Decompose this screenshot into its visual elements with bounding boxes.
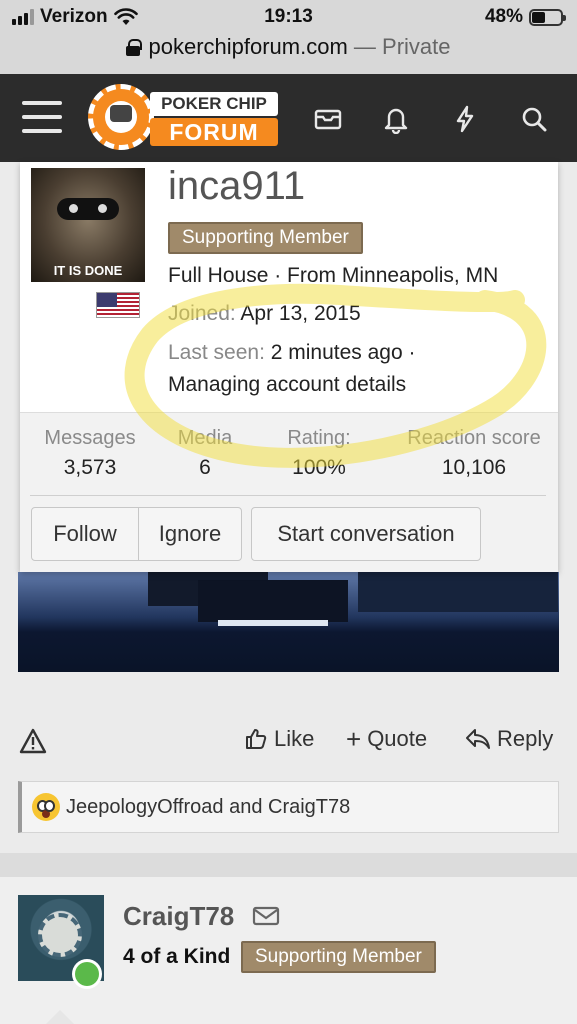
member-avatar[interactable]: IT IS DONE xyxy=(31,168,145,282)
last-seen-value: 2 minutes ago · xyxy=(270,341,416,364)
stat-label: Messages xyxy=(44,427,136,449)
stat-value: 10,106 xyxy=(441,456,507,479)
stat-label: Media xyxy=(177,427,233,449)
logo-text-bottom: FORUM xyxy=(150,118,278,146)
reaction-users[interactable]: JeepologyOffroad and CraigT78 xyxy=(66,796,350,819)
url-domain: pokerchipforum.com xyxy=(148,34,348,59)
url-separator: — xyxy=(347,34,383,59)
post-actions: Like + Quote Reply xyxy=(0,720,577,764)
last-seen-line: Last seen: 2 minutes ago · xyxy=(168,341,416,365)
stat-media[interactable]: Media 6 xyxy=(165,427,245,480)
lightning-icon[interactable] xyxy=(450,104,480,134)
ignore-button[interactable]: Ignore xyxy=(138,507,242,561)
like-button[interactable]: Like xyxy=(244,726,314,752)
search-icon[interactable] xyxy=(519,104,549,134)
site-logo[interactable]: POKER CHIP FORUM xyxy=(88,82,280,152)
reply-arrow-icon xyxy=(466,729,490,749)
like-label: Like xyxy=(274,726,315,751)
private-mode-label: Private xyxy=(382,34,451,59)
battery-percent: 48% xyxy=(484,6,523,27)
avatar-caption: IT IS DONE xyxy=(53,263,123,278)
quote-button[interactable]: + Quote xyxy=(346,726,427,752)
joined-date: Apr 13, 2015 xyxy=(240,302,361,325)
reply-label: Reply xyxy=(497,726,554,751)
inbox-icon[interactable] xyxy=(313,104,343,134)
stat-rating: Rating: 100% xyxy=(270,427,368,480)
post-username[interactable]: CraigT78 xyxy=(123,901,280,932)
menu-icon[interactable] xyxy=(22,101,62,133)
joined-label: Joined: xyxy=(168,302,236,325)
site-header: POKER CHIP FORUM xyxy=(0,74,577,162)
current-activity: Managing account details xyxy=(168,373,407,396)
stat-label: Reaction score xyxy=(407,427,541,449)
wow-emoji-icon xyxy=(32,793,60,821)
message-caret xyxy=(46,1010,74,1024)
rank-location: Full House · From Minneapolis, MN xyxy=(168,264,499,287)
supporting-member-badge: Supporting Member xyxy=(241,941,436,973)
reply-button[interactable]: Reply xyxy=(465,726,553,752)
online-status-icon xyxy=(72,959,102,989)
stat-reaction-score[interactable]: Reaction score 10,106 xyxy=(398,427,550,480)
report-warning-icon[interactable] xyxy=(19,728,47,754)
reactions-bar[interactable]: JeepologyOffroad and CraigT78 xyxy=(18,781,559,833)
post-separator xyxy=(0,853,577,877)
start-conversation-button[interactable]: Start conversation xyxy=(251,507,481,561)
next-post-header: CraigT78 4 of a Kind Supporting Member xyxy=(0,877,577,1024)
member-profile-popup: IT IS DONE inca911 Supporting Member Ful… xyxy=(20,162,558,572)
stat-value: 3,573 xyxy=(63,456,117,479)
envelope-icon[interactable] xyxy=(252,905,280,927)
member-stats: Messages 3,573 Media 6 Rating: 100% Reac… xyxy=(20,412,558,572)
address-bar[interactable]: pokerchipforum.com — Private xyxy=(0,34,577,60)
post-image[interactable] xyxy=(18,572,559,672)
bell-icon[interactable] xyxy=(381,104,411,134)
battery-icon xyxy=(529,8,566,26)
stat-value: 100% xyxy=(292,456,346,479)
stat-label: Rating: xyxy=(287,427,351,449)
stats-divider xyxy=(30,495,546,496)
quote-label: Quote xyxy=(367,726,428,751)
post-user-rank: 4 of a Kind xyxy=(123,945,231,968)
last-seen-label: Last seen: xyxy=(168,341,265,364)
stat-value: 6 xyxy=(199,456,211,479)
joined-line: Joined: Apr 13, 2015 xyxy=(168,302,361,326)
plus-icon: + xyxy=(346,724,362,754)
chat-bubble-icon xyxy=(110,105,132,122)
supporting-member-badge: Supporting Member xyxy=(168,222,363,254)
post-username-text[interactable]: CraigT78 xyxy=(123,901,234,931)
stat-messages[interactable]: Messages 3,573 xyxy=(30,427,150,480)
status-bar: Verizon 19:13 48% pokerchipforum.com — P… xyxy=(0,0,577,74)
logo-text-top: POKER CHIP xyxy=(150,92,278,116)
battery-info: 48% xyxy=(484,6,566,28)
profile-username[interactable]: inca911 xyxy=(168,164,305,209)
follow-button[interactable]: Follow xyxy=(31,507,139,561)
thumbs-up-icon xyxy=(246,729,267,749)
us-flag-icon xyxy=(96,292,140,318)
lock-icon xyxy=(126,39,143,56)
